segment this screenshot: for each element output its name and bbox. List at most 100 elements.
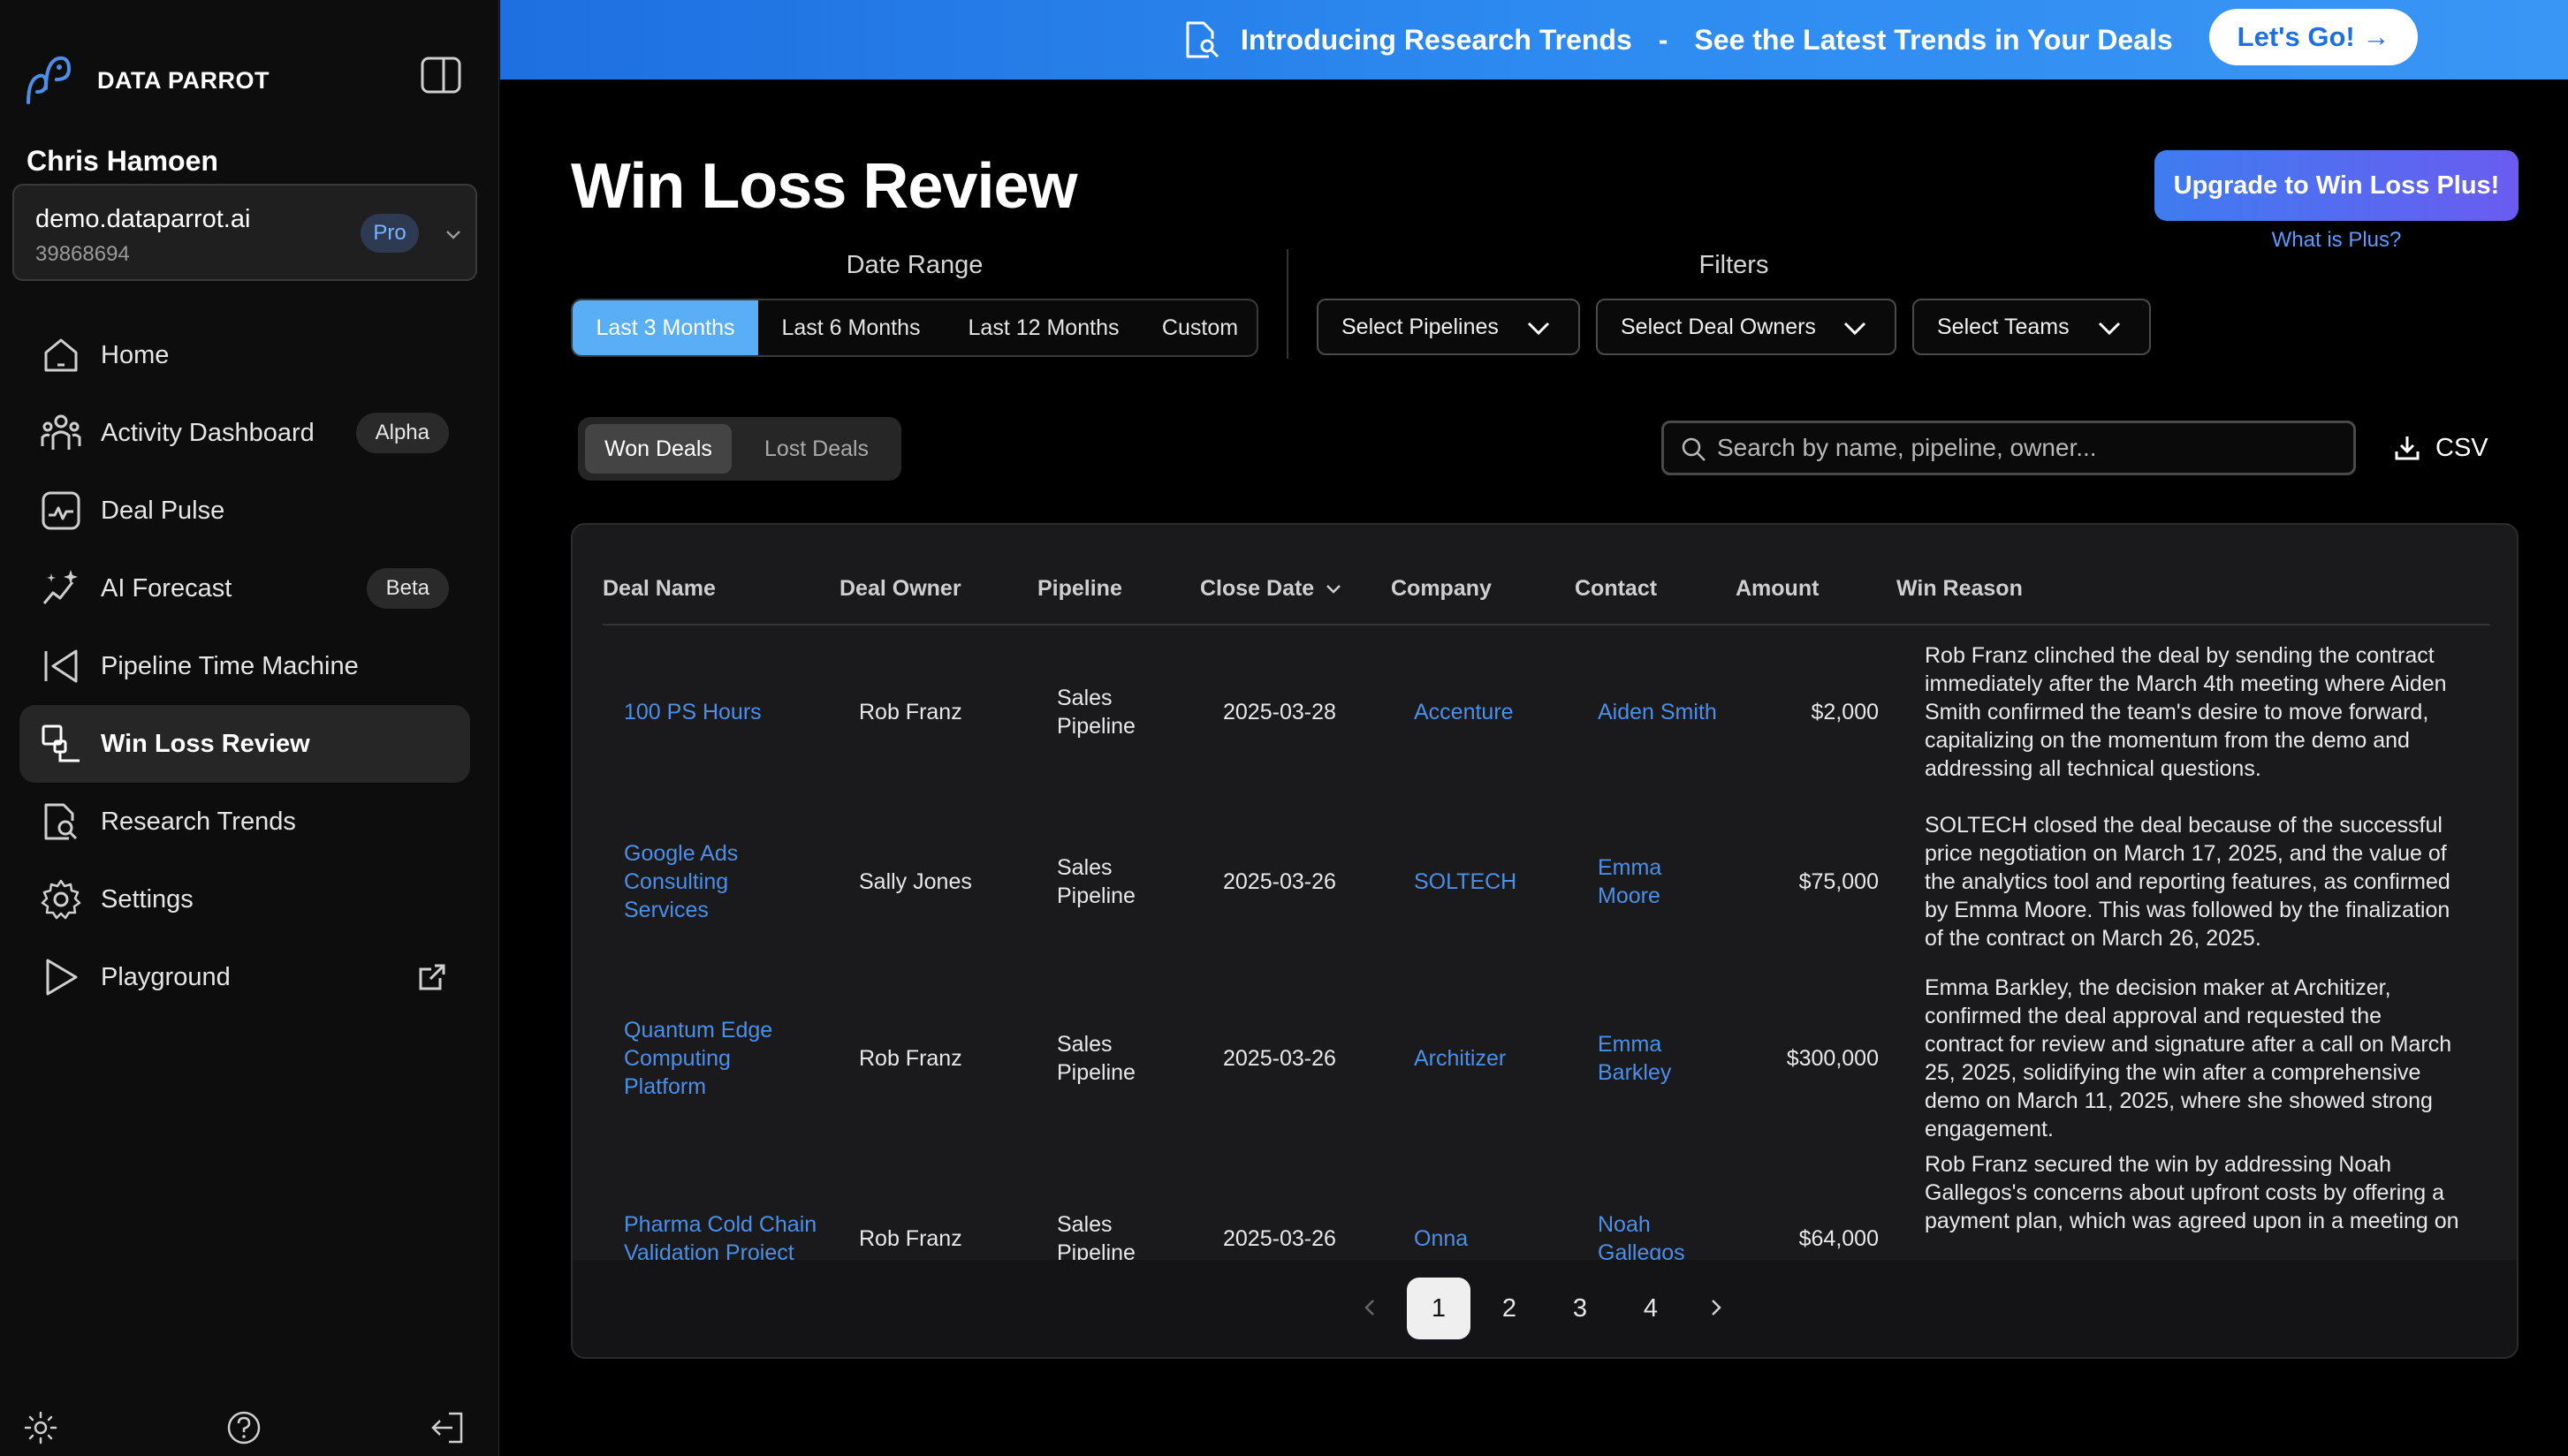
sidebar-item-label: Win Loss Review (101, 729, 310, 758)
help-icon[interactable] (226, 1410, 262, 1445)
win-reason-line: Rob Franz secured the win by addressing … (1925, 1152, 2392, 1177)
win-reason-line: Gallegos's concerns about upfront costs … (1925, 1180, 2444, 1205)
amount-cell: $75,000 (1713, 868, 1879, 896)
theme-toggle-icon[interactable] (23, 1410, 58, 1445)
upgrade-button[interactable]: Upgrade to Win Loss Plus! (2154, 150, 2519, 221)
company-cell[interactable]: SOLTECH (1414, 868, 1582, 896)
column-header-pipeline[interactable]: Pipeline (1037, 576, 1122, 602)
chevron-right-icon[interactable] (1707, 1293, 1727, 1322)
download-icon (2395, 436, 2420, 460)
column-header-deal-name[interactable]: Deal Name (603, 576, 716, 602)
company-cell[interactable]: Accenture (1414, 698, 1582, 726)
pipeline-line: Pipeline (1057, 714, 1136, 739)
pipeline-line: Sales (1057, 1032, 1113, 1057)
deal-name-line: Validation Project (624, 1240, 794, 1260)
play-icon (46, 959, 78, 996)
win-reason-cell: Rob Franz secured the win by addressing … (1925, 1150, 2490, 1235)
column-header-close-date[interactable]: Close Date (1200, 576, 1342, 602)
sidebar-item-deal-pulse[interactable]: Deal Pulse (19, 472, 470, 550)
sidebar-toggle-icon[interactable] (421, 57, 461, 94)
external-link-icon[interactable] (417, 962, 447, 992)
sort-chevron-down-icon (1326, 585, 1341, 595)
sidebar-item-label: Deal Pulse (101, 496, 225, 525)
page-2[interactable]: 2 (1478, 1278, 1541, 1339)
sidebar-item-pipeline-time-machine[interactable]: Pipeline Time Machine (19, 627, 470, 705)
date-option-last-6-months[interactable]: Last 6 Months (758, 300, 944, 355)
deal-name-cell[interactable]: Quantum Edge Computing Platform (624, 1016, 845, 1101)
page-1[interactable]: 1 (1407, 1278, 1470, 1339)
pipeline-line: Sales (1057, 686, 1113, 710)
company-cell[interactable]: Architizer (1414, 1044, 1582, 1073)
sidebar-item-research-trends[interactable]: Research Trends (19, 783, 470, 861)
column-header-amount[interactable]: Amount (1736, 576, 1819, 602)
search-input[interactable] (1717, 423, 2336, 473)
table-header: Deal Name Deal Owner Pipeline Close Date… (603, 525, 2490, 626)
win-reason-line: Emma Barkley, the decision maker at Arch… (1925, 975, 2391, 1000)
pipelines-dropdown[interactable]: Select Pipelines (1317, 299, 1580, 355)
table-row[interactable]: Google Ads Consulting Services Sally Jones S… (573, 797, 2517, 967)
what-is-plus-link[interactable]: What is Plus? (2154, 228, 2519, 253)
amount-line: $300,000 (1786, 1046, 1879, 1071)
workspace-selector[interactable]: demo.dataparrot.ai 39868694 Pro (12, 184, 477, 281)
deal-name-cell[interactable]: Pharma Cold Chain Validation Project (624, 1210, 845, 1260)
sparkle-icon (42, 570, 78, 604)
page-4[interactable]: 4 (1619, 1278, 1683, 1339)
pipeline-cell: Sales Pipeline (1057, 1210, 1189, 1260)
chevron-left-icon[interactable] (1359, 1293, 1379, 1322)
company-cell[interactable]: Onna (1414, 1225, 1582, 1253)
deal-name-line: 100 PS Hours (624, 700, 762, 724)
win-reason-line: by Emma Moore. This was followed by the … (1925, 898, 2450, 922)
user-name: Chris Hamoen (27, 145, 218, 177)
sidebar-item-win-loss-review[interactable]: Win Loss Review (19, 705, 470, 783)
banner-subtitle: See the Latest Trends in Your Deals (1694, 23, 2173, 56)
sidebar-item-playground[interactable]: Playground (19, 938, 470, 1016)
date-option-last-12-months[interactable]: Last 12 Months (944, 300, 1143, 355)
sidebar-nav: Home Activity Dashboard Alpha Deal Pulse (19, 316, 470, 1016)
win-reason-line: immediately after the March 4th meeting … (1925, 671, 2447, 696)
date-option-custom[interactable]: Custom (1143, 300, 1257, 355)
logout-icon[interactable] (429, 1410, 465, 1445)
deal-owner-line: Rob Franz (859, 700, 962, 724)
sidebar-item-activity-dashboard[interactable]: Activity Dashboard Alpha (19, 394, 470, 472)
table-row[interactable]: Quantum Edge Computing Platform Rob Franz Sa… (573, 967, 2517, 1150)
close-date-cell: 2025-03-26 (1223, 868, 1391, 896)
page-3[interactable]: 3 (1548, 1278, 1612, 1339)
win-reason-line: price negotiation on March 17, 2025, and… (1925, 841, 2447, 866)
sidebar-item-settings[interactable]: Settings (19, 861, 470, 938)
pipeline-line: Pipeline (1057, 883, 1136, 908)
win-reason-line: the analytics tool and reporting feature… (1925, 869, 2450, 894)
company-line: Onna (1414, 1226, 1469, 1251)
document-search-icon (44, 803, 78, 840)
page-title: Win Loss Review (571, 151, 1077, 222)
win-reason-cell: Rob Franz clinched the deal by sending t… (1925, 641, 2490, 783)
lets-go-button[interactable]: Let's Go! → (2209, 9, 2418, 65)
tab-won-deals[interactable]: Won Deals (585, 424, 732, 474)
column-header-contact[interactable]: Contact (1575, 576, 1657, 602)
deal-owners-dropdown[interactable]: Select Deal Owners (1596, 299, 1896, 355)
column-header-company[interactable]: Company (1391, 576, 1492, 602)
table-row[interactable]: 100 PS Hours Rob Franz Sales Pipeline 2025-0… (573, 627, 2517, 797)
people-icon (41, 414, 81, 450)
teams-dropdown[interactable]: Select Teams (1912, 299, 2151, 355)
amount-line: $2,000 (1811, 700, 1879, 724)
win-reason-line: of the contract on March 26, 2025. (1925, 926, 2261, 951)
sidebar-item-ai-forecast[interactable]: AI Forecast Beta (19, 550, 470, 627)
workspace-id: 39868694 (35, 242, 130, 266)
brand[interactable]: DATA PARROT (19, 49, 270, 111)
sidebar-item-label: Home (101, 340, 170, 369)
amount-line: $75,000 (1798, 869, 1879, 894)
sidebar-item-home[interactable]: Home (19, 316, 470, 394)
deal-owner-cell: Sally Jones (859, 868, 1045, 896)
deal-name-cell[interactable]: 100 PS Hours (624, 698, 845, 726)
sidebar-item-label: Research Trends (101, 807, 296, 836)
tab-lost-deals[interactable]: Lost Deals (739, 424, 894, 474)
deal-name-line: Computing (624, 1046, 731, 1071)
deals-table: Deal Name Deal Owner Pipeline Close Date… (571, 523, 2519, 1359)
deal-name-cell[interactable]: Google Ads Consulting Services (624, 839, 845, 924)
column-header-deal-owner[interactable]: Deal Owner (840, 576, 961, 602)
date-option-last-3-months[interactable]: Last 3 Months (573, 300, 758, 355)
csv-export-button[interactable]: CSV (2393, 426, 2488, 470)
table-row[interactable]: Pharma Cold Chain Validation Project Rob F… (573, 1150, 2517, 1260)
deal-owner-line: Rob Franz (859, 1226, 962, 1251)
win-reason-line: contract for review and signature after … (1925, 1032, 2452, 1057)
